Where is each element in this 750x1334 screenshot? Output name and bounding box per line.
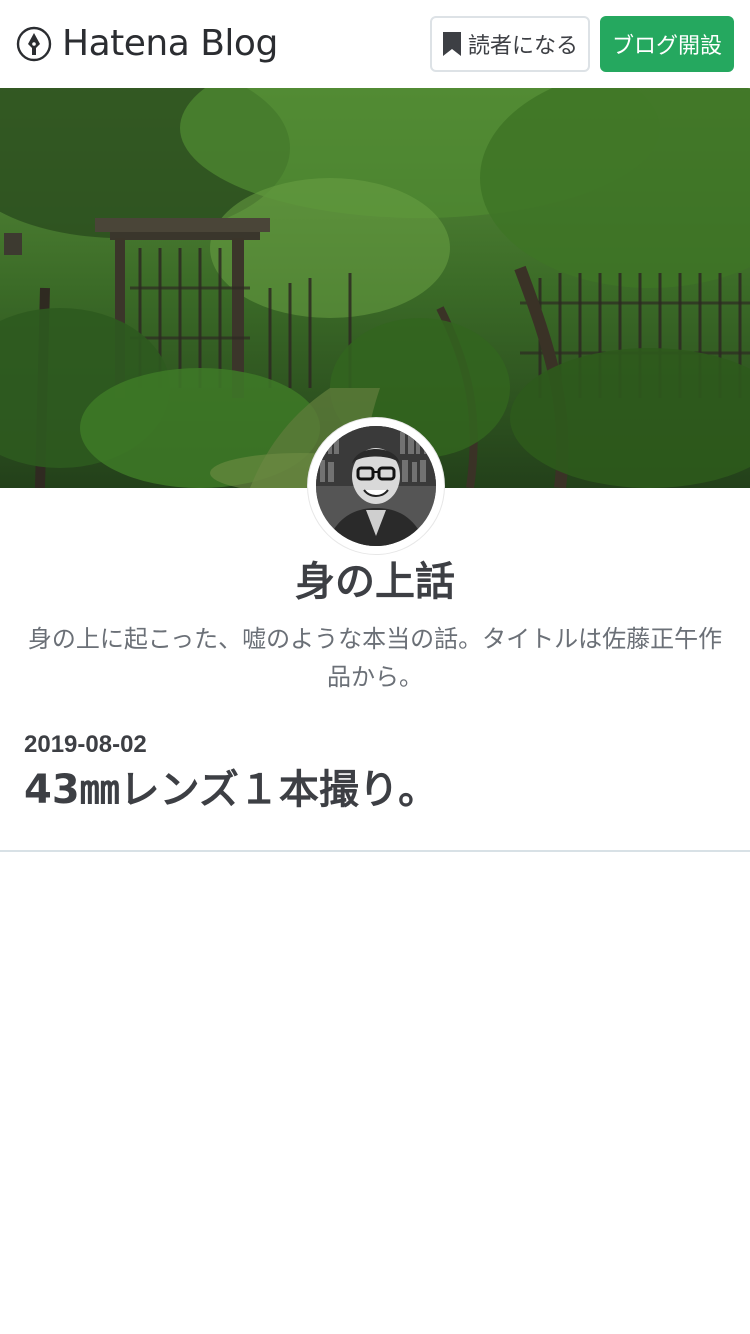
blog-avatar[interactable] xyxy=(308,418,444,554)
hatena-blog-logo[interactable]: Hatena Blog xyxy=(16,24,278,64)
top-bar: Hatena Blog 読者になる ブログ開設 xyxy=(0,0,750,88)
pen-nib-icon xyxy=(16,26,52,62)
subscribe-button[interactable]: 読者になる xyxy=(430,16,590,72)
avatar-photo xyxy=(316,426,436,546)
entry-date[interactable]: 2019-08-02 xyxy=(24,730,147,760)
logo-text: Hatena Blog xyxy=(62,23,278,64)
blog-description: 身の上に起こった、嘘のような本当の話。タイトルは佐藤正午作品から。 xyxy=(27,625,723,691)
entry-title[interactable]: 43㎜レンズ１本撮り。 xyxy=(24,764,724,816)
open-blog-button[interactable]: ブログ開設 xyxy=(600,16,734,72)
blog-title[interactable]: 身の上話 xyxy=(0,552,750,612)
subscribe-label: 読者になる xyxy=(467,34,578,59)
bookmark-icon xyxy=(442,32,461,56)
divider xyxy=(0,850,750,852)
